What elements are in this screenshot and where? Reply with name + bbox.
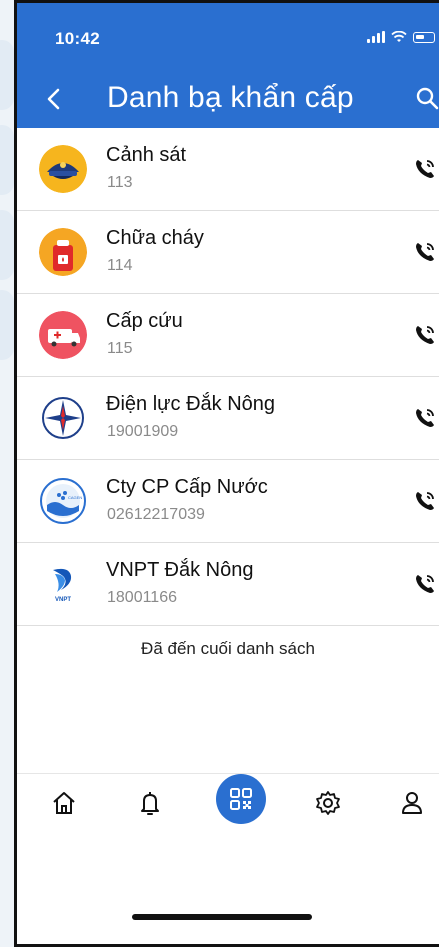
contact-row-water[interactable]: CAGEN Cty CP Cấp Nước 02612217039 <box>17 460 439 543</box>
nav-bar: Danh bạ khẩn cấp <box>17 73 439 125</box>
contact-phone: 02612217039 <box>107 506 205 523</box>
phone-call-icon[interactable] <box>413 406 437 430</box>
contact-phone: 113 <box>107 174 133 191</box>
contact-row-electricity[interactable]: Điện lực Đắk Nông 19001909 <box>17 377 439 460</box>
contact-phone: 19001909 <box>107 423 179 440</box>
contact-name: Chữa cháy <box>106 227 204 249</box>
phone-call-icon[interactable] <box>413 323 437 347</box>
bottom-nav <box>17 773 439 837</box>
qr-code-icon <box>230 788 252 810</box>
contact-list: Cảnh sát 113 Chữa cháy 114 Cấp cứu 115 Đ… <box>17 128 439 626</box>
home-icon[interactable] <box>49 788 79 818</box>
contact-phone: 18001166 <box>107 589 177 606</box>
phone-screen: 10:42 Danh bạ khẩn cấp Cảnh sát 113 Chữa… <box>14 0 439 947</box>
phone-call-icon[interactable] <box>413 157 437 181</box>
contact-name: Cấp cứu <box>106 310 183 332</box>
back-button[interactable] <box>39 83 69 115</box>
end-of-list-note: Đã đến cuối danh sách <box>141 639 315 658</box>
status-icons <box>367 31 435 43</box>
phone-call-icon[interactable] <box>413 572 437 596</box>
ambulance-icon <box>39 311 87 359</box>
evn-logo-icon <box>39 394 87 442</box>
contact-phone: 115 <box>107 340 133 357</box>
signal-icon <box>367 31 385 43</box>
svg-text:CAGEN: CAGEN <box>68 495 82 500</box>
contact-name: Cty CP Cấp Nước <box>106 476 268 498</box>
battery-icon <box>413 31 435 43</box>
water-company-logo-icon: CAGEN <box>39 477 87 525</box>
phone-call-icon[interactable] <box>413 240 437 264</box>
user-icon[interactable] <box>397 788 427 818</box>
svg-text:VNPT: VNPT <box>55 597 71 603</box>
contact-row-vnpt[interactable]: VNPT VNPT Đắk Nông 18001166 <box>17 543 439 626</box>
background-strip <box>0 0 14 947</box>
qr-scan-button[interactable] <box>216 774 266 824</box>
gear-icon[interactable] <box>313 788 343 818</box>
contact-name: Điện lực Đắk Nông <box>106 393 276 415</box>
phone-call-icon[interactable] <box>413 489 437 513</box>
contact-row-police[interactable]: Cảnh sát 113 <box>17 128 439 211</box>
bell-icon[interactable] <box>135 788 165 818</box>
contact-row-ambulance[interactable]: Cấp cứu 115 <box>17 294 439 377</box>
contact-row-fire[interactable]: Chữa cháy 114 <box>17 211 439 294</box>
police-icon <box>39 145 87 193</box>
app-header: 10:42 Danh bạ khẩn cấp <box>17 3 439 128</box>
fire-extinguisher-icon <box>39 228 87 276</box>
status-bar: 10:42 <box>17 3 439 63</box>
search-icon[interactable] <box>415 86 439 112</box>
contact-phone: 114 <box>107 257 133 274</box>
home-indicator <box>132 914 312 920</box>
status-time: 10:42 <box>55 29 100 48</box>
page-title: Danh bạ khẩn cấp <box>107 81 354 114</box>
wifi-icon <box>391 31 407 42</box>
contact-name: Cảnh sát <box>106 144 187 166</box>
contact-name: VNPT Đắk Nông <box>106 559 254 581</box>
vnpt-logo-icon: VNPT <box>39 560 87 608</box>
